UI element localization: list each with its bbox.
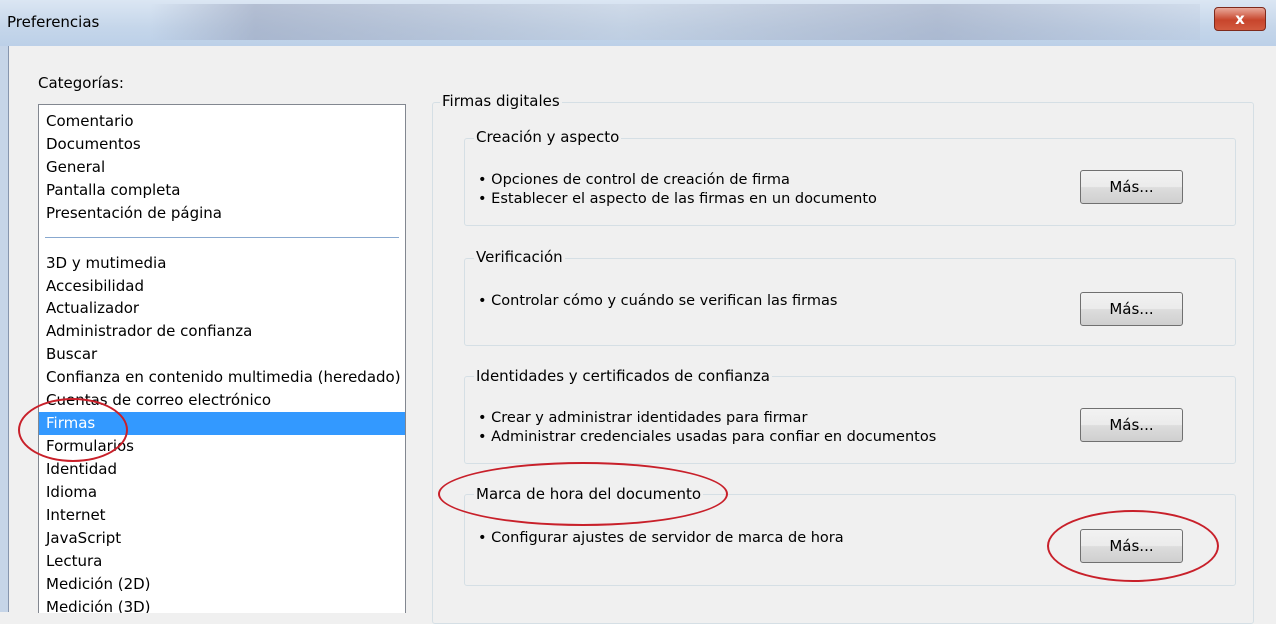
identidades-mas-button[interactable]: Más...	[1080, 408, 1183, 442]
panel-title: Firmas digitales	[440, 92, 562, 110]
category-presentacion-pagina[interactable]: Presentación de página	[39, 202, 405, 225]
title-bar-background	[150, 4, 1200, 40]
category-medicion-2d[interactable]: Medición (2D)	[39, 573, 405, 596]
list-separator	[45, 237, 399, 238]
close-button[interactable]: x	[1214, 7, 1266, 31]
category-medicion-3d[interactable]: Medición (3D)	[39, 596, 405, 613]
categories-label: Categorías:	[38, 74, 124, 92]
creacion-line-2: • Establecer el aspecto de las firmas en…	[478, 191, 877, 207]
identidades-title: Identidades y certificados de confianza	[474, 367, 772, 385]
verificacion-mas-button[interactable]: Más...	[1080, 292, 1183, 326]
identidades-line-2: • Administrar credenciales usadas para c…	[478, 429, 937, 445]
category-documentos[interactable]: Documentos	[39, 133, 405, 156]
window-title: Preferencias	[7, 13, 100, 31]
category-3d-multimedia[interactable]: 3D y mutimedia	[39, 252, 405, 275]
category-comentario[interactable]: Comentario	[39, 110, 405, 133]
category-administrador-confianza[interactable]: Administrador de confianza	[39, 320, 405, 343]
category-lectura[interactable]: Lectura	[39, 550, 405, 573]
window-frame-left	[0, 46, 9, 612]
identidades-line-1: • Crear y administrar identidades para f…	[478, 410, 808, 426]
categories-list[interactable]: Comentario Documentos General Pantalla c…	[38, 104, 406, 613]
creacion-mas-button[interactable]: Más...	[1080, 170, 1183, 204]
category-pantalla-completa[interactable]: Pantalla completa	[39, 179, 405, 202]
annotation-circle-firmas	[18, 398, 128, 462]
category-javascript[interactable]: JavaScript	[39, 527, 405, 550]
category-identidad[interactable]: Identidad	[39, 458, 405, 481]
marca-hora-line-1: • Configurar ajustes de servidor de marc…	[478, 530, 844, 546]
category-accesibilidad[interactable]: Accesibilidad	[39, 275, 405, 298]
category-general[interactable]: General	[39, 156, 405, 179]
category-internet[interactable]: Internet	[39, 504, 405, 527]
creacion-line-1: • Opciones de control de creación de fir…	[478, 172, 790, 188]
title-bar: Preferencias x	[0, 0, 1276, 46]
annotation-circle-marca-hora	[438, 462, 728, 526]
creacion-title: Creación y aspecto	[474, 128, 622, 146]
category-buscar[interactable]: Buscar	[39, 343, 405, 366]
verificacion-title: Verificación	[474, 248, 565, 266]
category-actualizador[interactable]: Actualizador	[39, 297, 405, 320]
annotation-circle-mas-button	[1047, 510, 1219, 582]
category-confianza-multimedia[interactable]: Confianza en contenido multimedia (hered…	[39, 366, 405, 389]
category-idioma[interactable]: Idioma	[39, 481, 405, 504]
verificacion-line-1: • Controlar cómo y cuándo se verifican l…	[478, 293, 838, 309]
